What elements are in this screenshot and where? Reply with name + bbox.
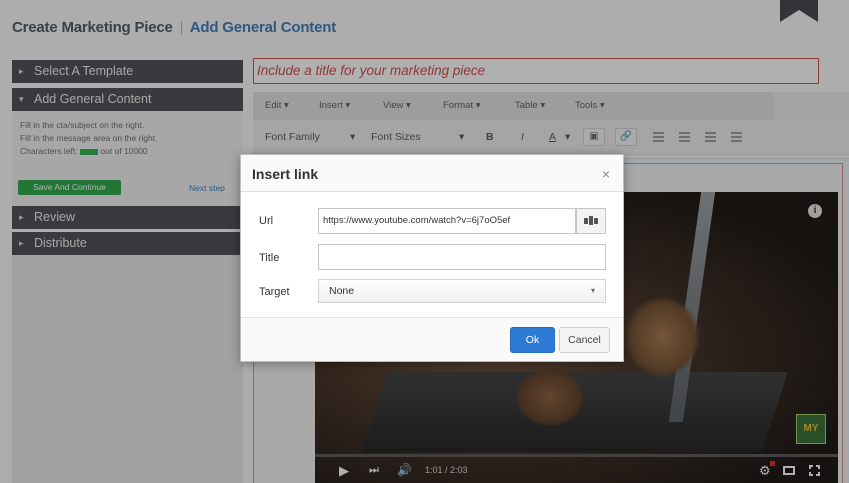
target-selected-value: None [329, 285, 355, 297]
cancel-button[interactable]: Cancel [559, 327, 610, 353]
ok-button[interactable]: Ok [510, 327, 555, 353]
insert-link-dialog: Insert link × Url https://www.youtube.co… [240, 154, 624, 362]
chevron-down-icon: ▾ [590, 286, 595, 295]
title-input[interactable] [318, 244, 606, 270]
title-label: Title [259, 252, 280, 264]
browse-icon [584, 216, 598, 225]
close-icon[interactable]: × [602, 166, 610, 182]
dialog-header: Insert link × [241, 155, 623, 192]
dialog-title: Insert link [252, 166, 319, 182]
page: Create Marketing Piece | Add General Con… [0, 0, 849, 483]
target-select[interactable]: None ▾ [318, 279, 606, 303]
browse-button[interactable] [576, 208, 606, 234]
url-label: Url [259, 215, 274, 227]
target-label: Target [259, 286, 290, 298]
url-input[interactable]: https://www.youtube.com/watch?v=6j7oO5ef [318, 208, 576, 234]
